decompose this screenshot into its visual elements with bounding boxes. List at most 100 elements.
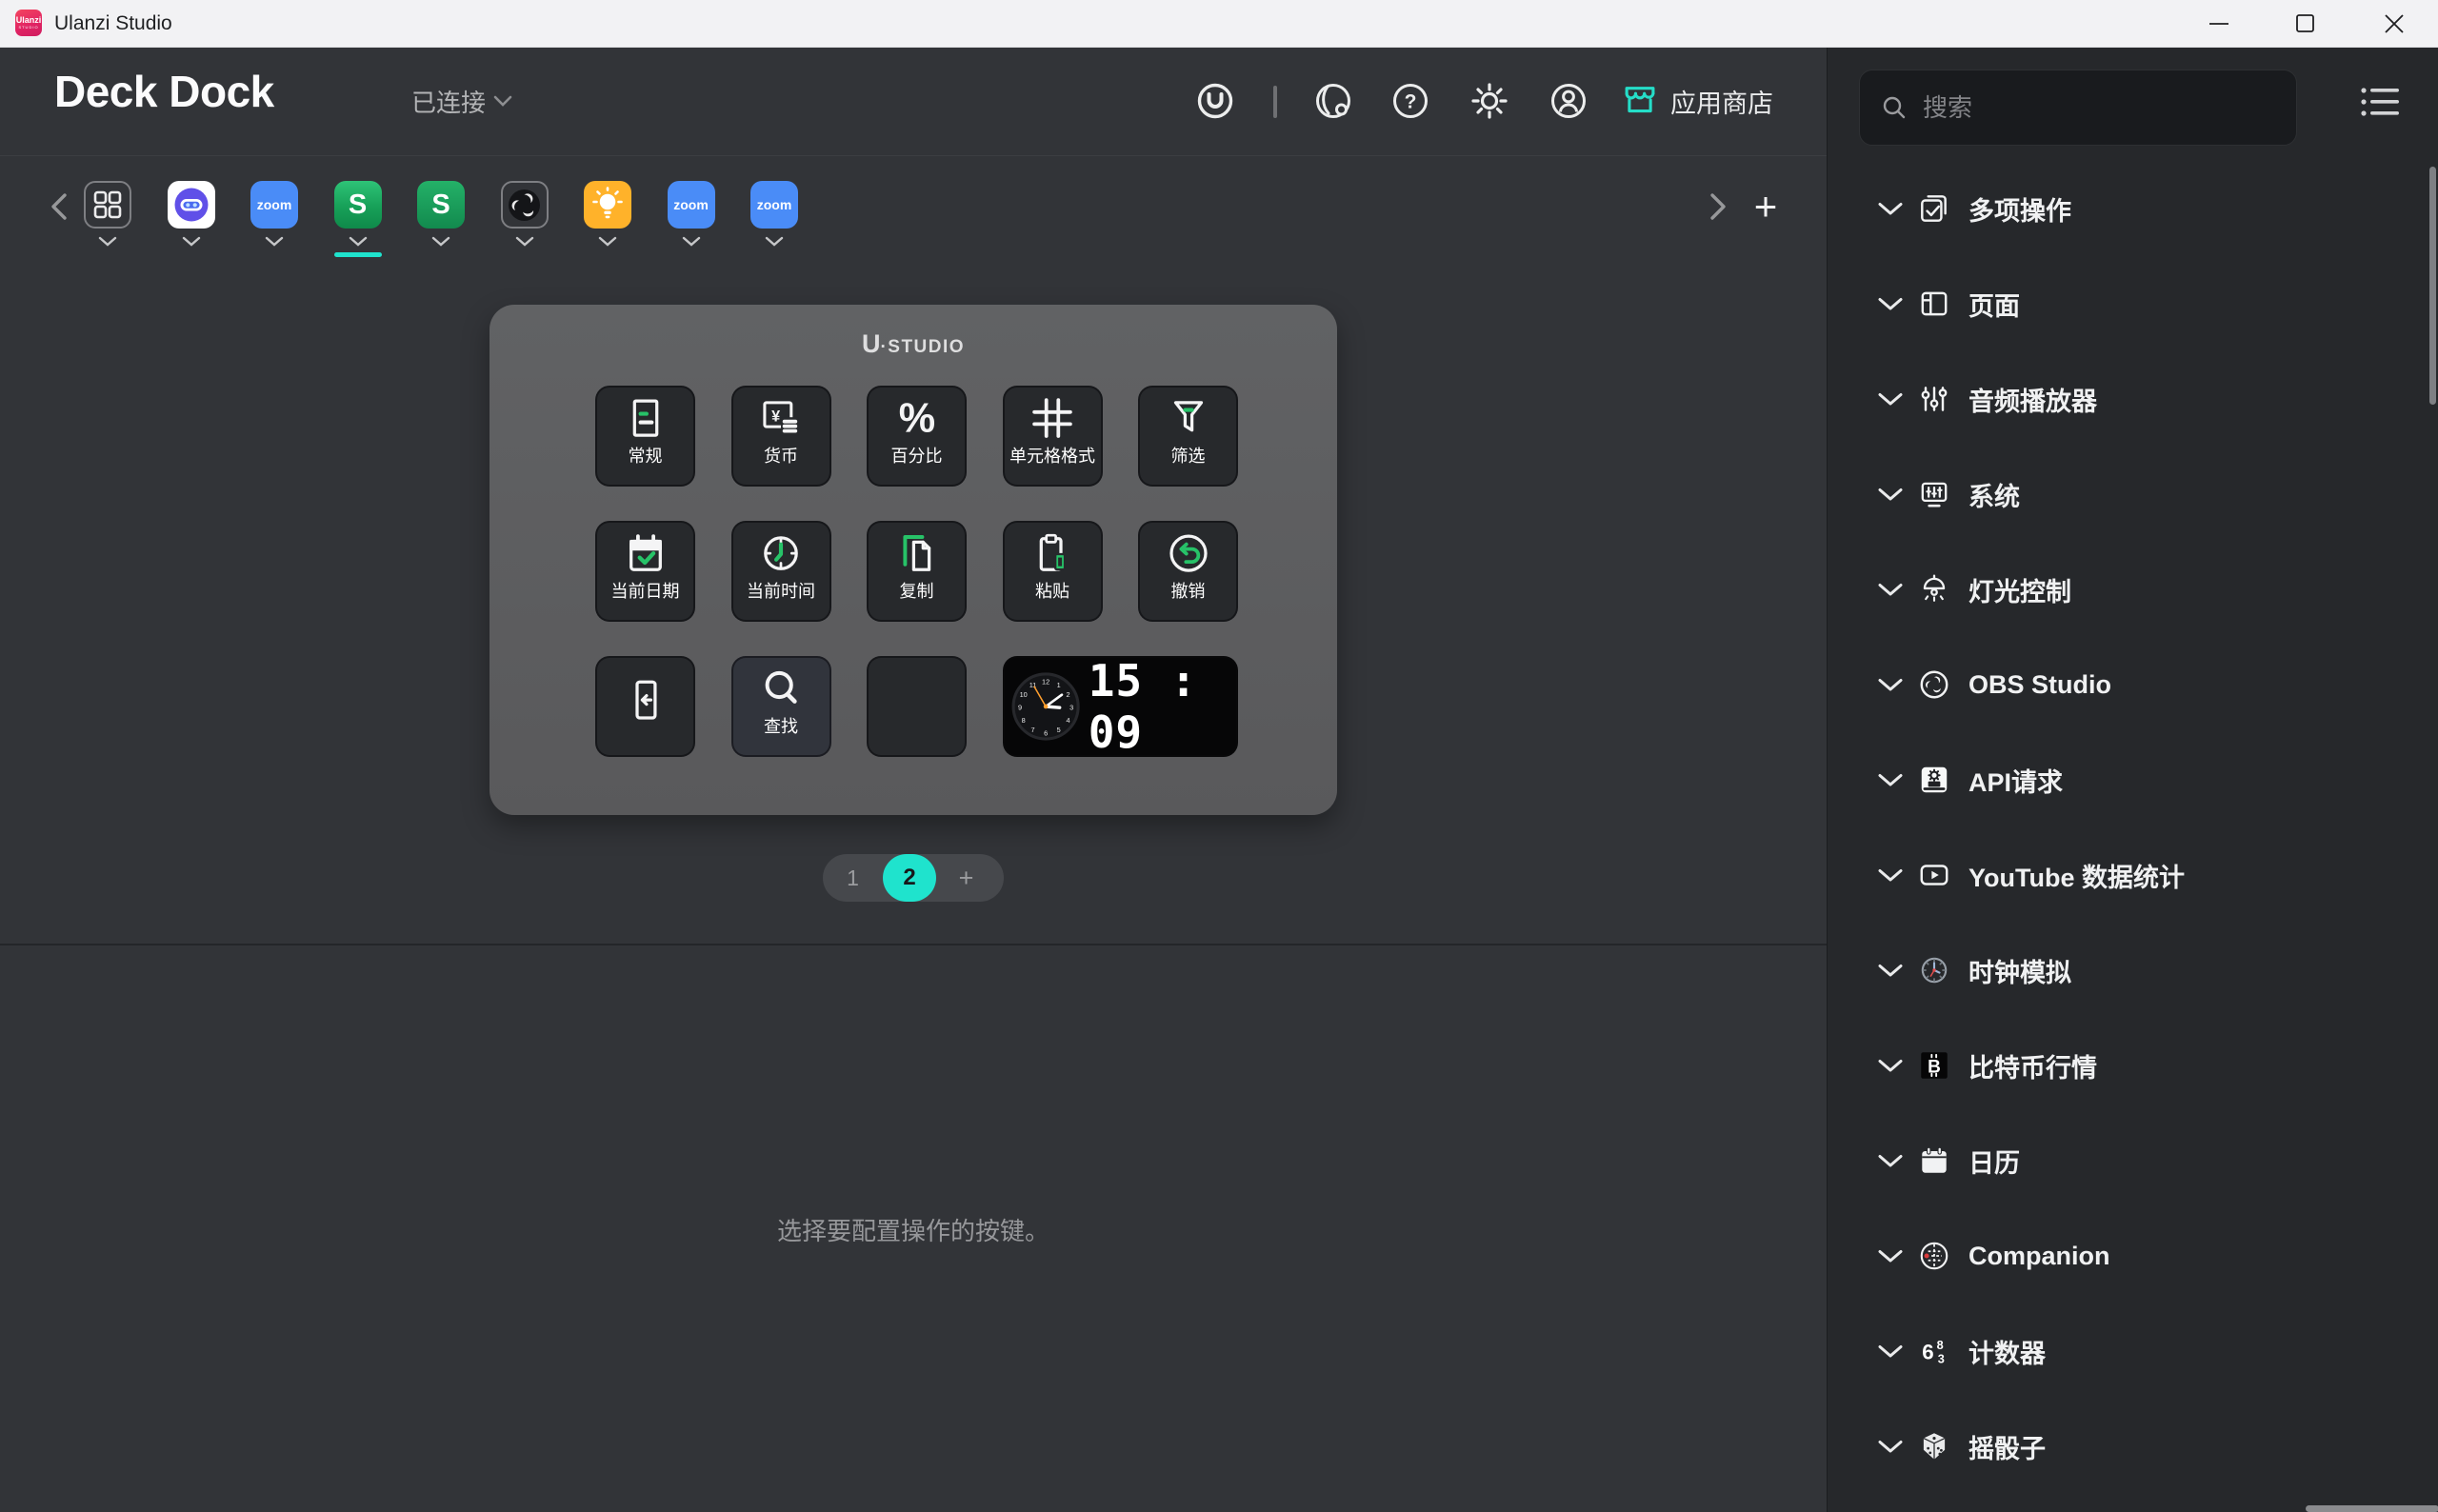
connection-status-label: 已连接 (411, 84, 486, 119)
key-label: 货币 (764, 443, 798, 468)
deck-key-regular[interactable]: 常规 (595, 386, 695, 487)
chevron-down-icon (1878, 392, 1903, 407)
deck-key-currency[interactable]: ¥ 货币 (731, 386, 831, 487)
chevron-down-icon[interactable] (349, 236, 368, 248)
header-divider (1273, 86, 1277, 118)
chevron-down-icon[interactable] (598, 236, 617, 248)
toolbar-zoom-app-2[interactable]: zoom (668, 181, 715, 257)
app-store-button[interactable]: 应用商店 (1621, 47, 1773, 155)
sidebar-category-multi-action[interactable]: 多项操作 (1828, 161, 2438, 256)
sidebar-category-counter[interactable]: 6 8 3 计数器 (1828, 1303, 2438, 1399)
sidebar-category-audio-player[interactable]: 音频播放器 (1828, 351, 2438, 447)
page-switcher: 1 2 + (823, 854, 1004, 902)
sidebar-category-light-control[interactable]: 灯光控制 (1828, 542, 2438, 637)
horizontal-scrollbar-thumb[interactable] (2306, 1505, 2438, 1512)
sidebar-category-obs-studio[interactable]: OBS Studio (1828, 637, 2438, 732)
chevron-down-icon[interactable] (765, 236, 784, 248)
deck-key-empty[interactable] (867, 656, 967, 757)
help-button[interactable]: ? (1389, 47, 1431, 155)
sidebar-category-api-request[interactable]: API请求 (1828, 732, 2438, 827)
analog-clock-icon: 12 1 2 3 4 5 6 7 8 9 10 11 (1010, 661, 1081, 752)
window-title: Ulanzi Studio (54, 0, 172, 47)
chevron-down-icon[interactable] (265, 236, 284, 248)
sidebar-category-dice[interactable]: 摇骰子 (1828, 1399, 2438, 1494)
svg-text:2: 2 (1066, 690, 1069, 699)
list-view-icon (2359, 85, 2405, 121)
calendar-icon (1917, 1144, 1951, 1178)
ulanzi-device-button[interactable] (1194, 47, 1236, 155)
add-page-button[interactable]: + (936, 864, 996, 893)
device-brand: U·STUDIO (490, 329, 1337, 359)
help-icon: ? (1390, 81, 1430, 121)
toolbar-scroll-left[interactable] (46, 191, 72, 227)
toolbar-scroll-right[interactable] (1705, 191, 1731, 227)
toolbar-zoom-app-1[interactable]: zoom (250, 181, 298, 257)
svg-text:3: 3 (1938, 1353, 1945, 1366)
list-view-button[interactable] (2359, 85, 2405, 126)
sidebar-category-youtube-stats[interactable]: YouTube 数据统计 (1828, 827, 2438, 923)
deck-key-find[interactable]: 查找 (731, 656, 831, 757)
sidebar-category-companion[interactable]: Companion (1828, 1208, 2438, 1303)
sidebar-category-system[interactable]: 系统 (1828, 447, 2438, 542)
chevron-down-icon[interactable] (515, 236, 534, 248)
deck-key-cell-format[interactable]: 单元格格式 (1003, 386, 1103, 487)
account-button[interactable] (1548, 47, 1589, 155)
section-divider (0, 944, 1827, 945)
chevron-down-icon (1878, 964, 1903, 978)
chevron-down-icon[interactable] (98, 236, 117, 248)
toolbar-robot-app[interactable] (168, 181, 215, 257)
sidebar-category-clock-simulation[interactable]: 时钟模拟 (1828, 923, 2438, 1018)
globe-icon (1313, 81, 1353, 121)
chevron-down-icon[interactable] (182, 236, 201, 248)
svg-text:4: 4 (1066, 716, 1069, 725)
deck-key-current-date[interactable]: 当前日期 (595, 521, 695, 622)
deck-key-copy[interactable]: 复制 (867, 521, 967, 622)
deck-clock-widget[interactable]: 12 1 2 3 4 5 6 7 8 9 10 11 (1003, 656, 1239, 757)
deck-key-current-time[interactable]: 当前时间 (731, 521, 831, 622)
settings-button[interactable] (1469, 47, 1510, 155)
key-label: 当前时间 (747, 578, 815, 603)
companion-icon (1917, 1239, 1951, 1273)
deck-key-undo[interactable]: 撤销 (1138, 521, 1238, 622)
chevron-down-icon (1878, 202, 1903, 216)
add-device-button[interactable]: + (1745, 186, 1787, 228)
page-2-button-active[interactable]: 2 (883, 854, 936, 902)
chevron-down-icon[interactable] (682, 236, 701, 248)
sidebar-category-calendar[interactable]: 日历 (1828, 1113, 2438, 1208)
connection-status[interactable]: 已连接 (411, 47, 512, 155)
chevron-down-icon (1878, 1249, 1903, 1263)
toolbar-light-app[interactable] (584, 181, 631, 257)
deck-key-paste[interactable]: 粘贴 (1003, 521, 1103, 622)
toolbar-zoom-app-3[interactable]: zoom (750, 181, 798, 257)
deck-key-filter[interactable]: 筛选 (1138, 386, 1238, 487)
toolbar-obs-app[interactable] (501, 181, 549, 257)
actions-sidebar: 多项操作 页面 音频播放器 (1827, 47, 2438, 1512)
svg-text:10: 10 (1019, 690, 1027, 699)
sidebar-category-bitcoin-market[interactable]: B 比特币行情 (1828, 1018, 2438, 1113)
filter-icon (1163, 391, 1214, 447)
toolbar-profile-grid[interactable] (84, 181, 131, 257)
key-label: 筛选 (1171, 443, 1206, 468)
chevron-down-icon[interactable] (431, 236, 450, 248)
close-button[interactable] (2367, 0, 2422, 47)
maximize-button[interactable] (2278, 0, 2333, 47)
deck-key-back[interactable] (595, 656, 695, 757)
selected-underline (334, 252, 382, 257)
minimize-button[interactable] (2191, 0, 2247, 47)
language-button[interactable] (1312, 47, 1354, 155)
toolbar-sheets-app-selected[interactable]: S (334, 181, 382, 257)
profile-icon (1549, 81, 1589, 121)
toolbar-sheets-app-2[interactable]: S (417, 181, 465, 257)
undo-icon (1163, 527, 1214, 582)
page-1-button[interactable]: 1 (823, 865, 883, 891)
vertical-scrollbar-thumb[interactable] (2429, 167, 2436, 405)
search-input[interactable] (1921, 92, 2248, 124)
deck-key-percent[interactable]: % 百分比 (867, 386, 967, 487)
chevron-down-icon (1878, 1059, 1903, 1073)
svg-text:5: 5 (1056, 726, 1060, 734)
robot-app-icon (168, 181, 215, 229)
chevron-right-icon (1705, 191, 1731, 222)
obs-studio-icon (1917, 667, 1951, 702)
sidebar-category-page[interactable]: 页面 (1828, 256, 2438, 351)
search-box[interactable] (1859, 70, 2297, 146)
